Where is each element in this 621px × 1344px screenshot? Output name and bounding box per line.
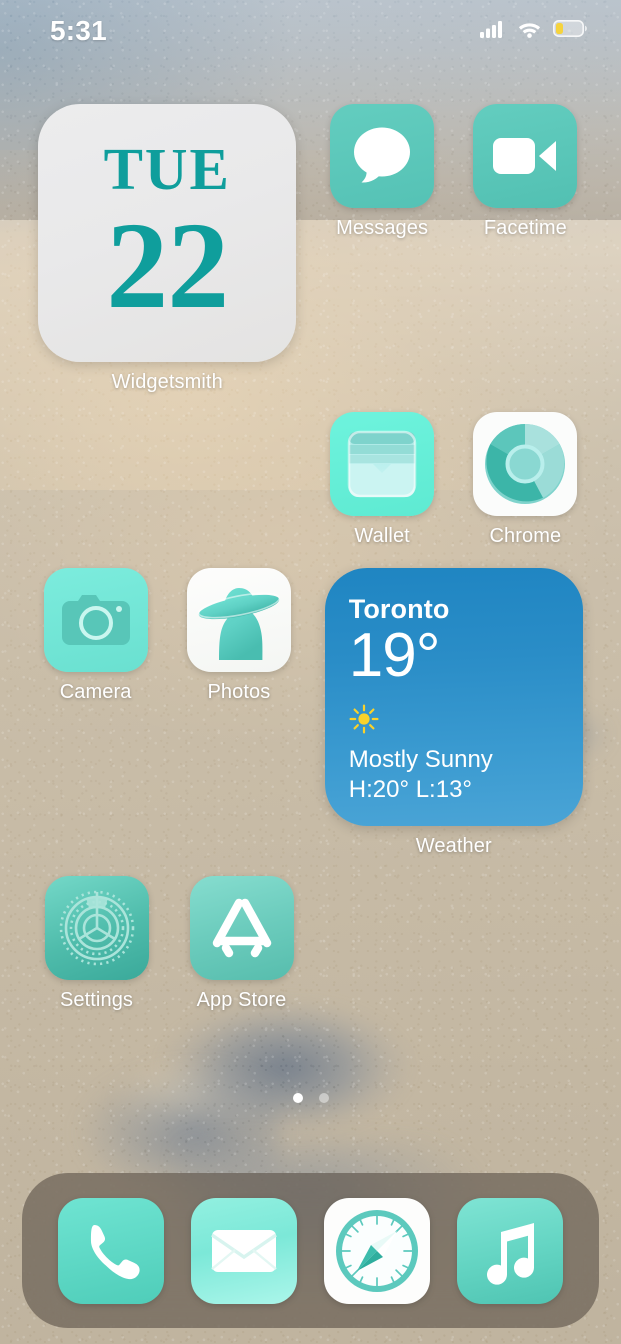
chrome-circle-icon <box>485 424 566 504</box>
wallet-cards-icon <box>347 430 417 498</box>
app-label-camera: Camera <box>59 681 132 703</box>
page-dot-2[interactable] <box>318 1093 329 1103</box>
dock <box>22 1173 599 1328</box>
app-app-store[interactable]: App Store <box>169 876 314 1012</box>
row2-widget-spacer <box>24 412 311 548</box>
widget-widgetsmith[interactable]: TUE 22 Widgetsmith <box>24 104 311 394</box>
messages-icon-tile[interactable] <box>330 104 435 208</box>
weather-widget-face[interactable]: Toronto 19° Mostly Sunny H:20° L:13° <box>324 568 583 826</box>
weather-spacer <box>349 688 559 704</box>
chrome-icon-tile[interactable] <box>473 412 578 516</box>
wifi-icon <box>517 20 542 43</box>
dock-app-mail[interactable] <box>190 1197 297 1304</box>
camera-icon <box>61 595 130 645</box>
photos-icon-tile[interactable] <box>186 568 291 672</box>
row4-empty-slot <box>314 876 459 1012</box>
page-indicator[interactable] <box>0 1093 621 1103</box>
app-grid: TUE 22 Widgetsmith Messages Facetime Wal… <box>0 104 621 1030</box>
status-bar-indicators <box>480 20 587 43</box>
widgetsmith-day-number: 22 <box>106 197 229 335</box>
home-row-1: TUE 22 Widgetsmith Messages Facetime <box>0 104 621 394</box>
app-facetime[interactable]: Facetime <box>454 104 597 394</box>
dock-app-phone[interactable] <box>57 1197 164 1304</box>
app-chrome[interactable]: Chrome <box>454 412 597 548</box>
status-bar-clock: 5:31 <box>50 15 107 46</box>
envelope-icon <box>210 1229 277 1272</box>
widget-weather[interactable]: Toronto 19° Mostly Sunny H:20° L:13° Wea… <box>311 568 598 858</box>
settings-icon-tile[interactable] <box>44 876 149 980</box>
app-wallet[interactable]: Wallet <box>311 412 454 548</box>
weather-temperature: 19° <box>348 621 441 690</box>
app-label-messages: Messages <box>336 217 429 239</box>
dock-app-safari[interactable] <box>324 1197 431 1304</box>
facetime-icon-tile[interactable] <box>473 104 578 208</box>
app-label-wallet: Wallet <box>354 525 410 547</box>
wallet-icon-tile[interactable] <box>330 412 435 516</box>
cellular-signal-icon <box>480 20 506 43</box>
camera-icon-tile[interactable] <box>43 568 148 672</box>
home-screen: 5:31 TUE 22 Widgetsmith Messages Facetim… <box>0 0 621 1344</box>
app-label-chrome: Chrome <box>489 525 562 547</box>
widgetsmith-widget-face[interactable]: TUE 22 <box>38 104 297 362</box>
home-row-2: Wallet Chrome <box>0 412 621 548</box>
dock-app-music[interactable] <box>457 1197 564 1304</box>
widget-label-widgetsmith: Widgetsmith <box>111 371 223 393</box>
weather-high-low: H:20° L:13° <box>348 775 473 803</box>
sun-icon <box>349 704 559 739</box>
widget-label-weather: Weather <box>415 835 492 857</box>
widgetsmith-day-of-week: TUE <box>103 136 231 203</box>
battery-icon <box>553 20 587 42</box>
compass-icon <box>336 1209 419 1292</box>
music-note-icon <box>487 1222 535 1285</box>
page-dot-1[interactable] <box>292 1093 303 1103</box>
app-camera[interactable]: Camera <box>24 568 167 858</box>
app-store-a-icon <box>212 898 271 958</box>
app-store-icon-tile[interactable] <box>189 876 294 980</box>
photos-silhouette-icon <box>197 588 280 660</box>
gear-icon <box>59 890 134 966</box>
app-label-settings: Settings <box>59 989 134 1011</box>
status-bar: 5:31 <box>0 0 621 62</box>
home-row-4: Settings App Store <box>0 876 621 1012</box>
weather-condition: Mostly Sunny <box>348 746 493 774</box>
app-settings[interactable]: Settings <box>24 876 169 1012</box>
app-photos[interactable]: Photos <box>167 568 310 858</box>
phone-handset-icon <box>90 1224 140 1279</box>
home-row-3: Camera Photos Toronto 19° Mostly Sunny H… <box>0 568 621 858</box>
app-label-facetime: Facetime <box>483 217 567 239</box>
app-label-app-store: App Store <box>196 989 287 1011</box>
app-messages[interactable]: Messages <box>311 104 454 394</box>
message-bubble-icon <box>354 127 411 183</box>
app-label-photos: Photos <box>207 681 271 703</box>
video-camera-icon <box>493 138 557 174</box>
